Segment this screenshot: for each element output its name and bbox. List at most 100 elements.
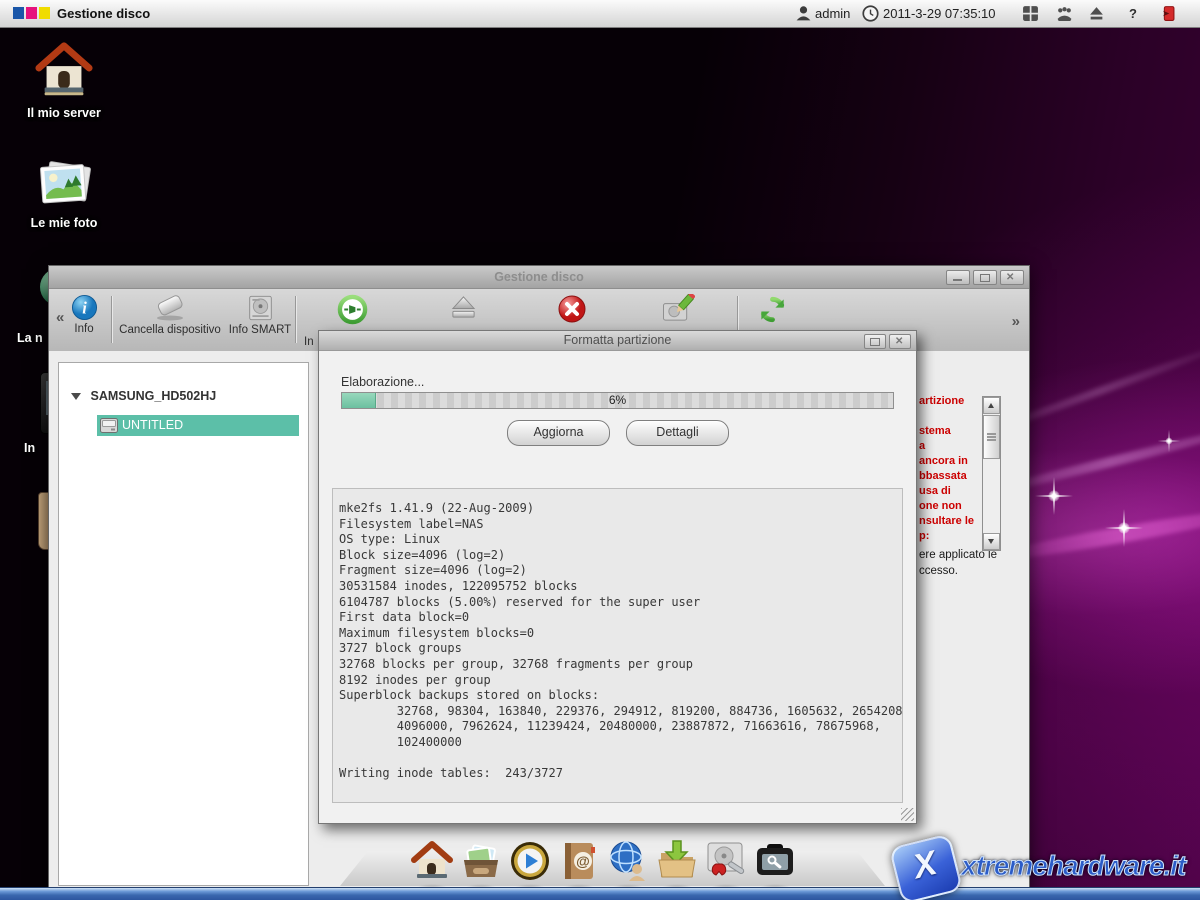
desktop-icon-label: In [24, 441, 35, 455]
dock-item-download-folder[interactable] [655, 839, 699, 883]
dock-item-media-player[interactable] [508, 839, 552, 883]
device-tree-panel: SAMSUNG_HD502HJ UNTITLED [58, 362, 309, 886]
eraser-icon [152, 294, 188, 322]
desktop-icon-my-server[interactable]: Il mio server [6, 38, 122, 120]
tree-partition-row-selected[interactable]: UNTITLED [97, 415, 299, 436]
format-partition-dialog: Formatta partizione ✕ Elaborazione... 6%… [318, 330, 917, 824]
address-book-icon: @ [557, 839, 601, 883]
dock-item-home[interactable] [410, 839, 454, 883]
disk-utility-icon [704, 839, 748, 883]
username[interactable]: admin [815, 0, 850, 27]
refresh-icon [757, 294, 788, 325]
collapse-right-chevron[interactable]: » [1012, 313, 1020, 330]
partition-name: UNTITLED [122, 418, 183, 432]
watermark-text: xtremehardware.it [961, 850, 1185, 882]
user-icon[interactable] [795, 5, 812, 22]
datetime: 2011-3-29 07:35:10 [883, 0, 996, 27]
partition-disk-icon [100, 418, 118, 433]
eject-disk-button[interactable] [448, 294, 478, 321]
dock-item-disk-utility[interactable] [704, 839, 748, 883]
partition-info-text: ere applicato le ccesso. [919, 547, 1019, 579]
desktop-icon-my-photos[interactable]: Le mie foto [6, 150, 122, 230]
photos-icon [34, 150, 94, 212]
home-icon [410, 839, 454, 883]
window-titlebar[interactable]: Gestione disco ✕ [49, 266, 1029, 289]
desktop-icon-label: La n [17, 331, 43, 345]
scrollbar-thumb[interactable] [983, 415, 1000, 459]
toolbar-label: Info SMART [228, 324, 292, 336]
logo-square-blue [13, 7, 24, 19]
refresh-button[interactable] [756, 294, 788, 325]
tree-device-row[interactable]: SAMSUNG_HD502HJ [71, 389, 216, 403]
clock-icon [862, 5, 879, 22]
device-name: SAMSUNG_HD502HJ [90, 389, 216, 403]
lacie-logo [13, 7, 50, 19]
dialog-close-button[interactable]: ✕ [889, 334, 911, 349]
globe-icon [606, 839, 650, 883]
dialog-maximize-button[interactable] [864, 334, 886, 349]
partition-warning-text: artizione stema a ancora in bbassata usa… [919, 394, 985, 544]
logout-icon[interactable] [1158, 5, 1175, 22]
desktop-icon-label: Le mie foto [6, 216, 122, 230]
info-button[interactable]: i Info [59, 294, 109, 335]
refresh-dialog-button[interactable]: Aggiorna [507, 420, 610, 446]
edit-format-button[interactable] [661, 294, 695, 323]
hard-disk-icon [247, 294, 274, 322]
sparkle [1035, 477, 1073, 515]
download-folder-icon [655, 839, 699, 883]
smart-info-button[interactable]: Info SMART [228, 294, 292, 336]
help-icon[interactable]: ? [1129, 0, 1137, 27]
toolbox-icon [753, 839, 797, 883]
dock-item-photos[interactable] [459, 839, 503, 883]
details-button[interactable]: Dettagli [626, 420, 729, 446]
minimize-button[interactable] [946, 270, 970, 285]
network-users-icon[interactable] [1056, 5, 1073, 22]
app-title: Gestione disco [57, 0, 150, 27]
scroll-down-button[interactable] [983, 533, 1000, 550]
dialog-titlebar[interactable]: Formatta partizione ✕ [319, 331, 916, 351]
eject-icon[interactable] [1088, 5, 1105, 22]
eject-disk-icon [449, 294, 478, 321]
sparkle [1105, 509, 1143, 547]
logo-square-magenta [26, 7, 37, 19]
media-player-icon [508, 839, 552, 883]
dock-item-toolbox[interactable] [753, 839, 797, 883]
progress-status-label: Elaborazione... [341, 375, 424, 389]
svg-text:i: i [82, 298, 87, 317]
desktop-icon-label: Il mio server [6, 106, 122, 120]
bottom-taskbar [0, 887, 1200, 900]
toolbar-separator [295, 296, 296, 343]
toolbar-label: In [304, 336, 314, 348]
photos-icon [459, 839, 503, 883]
home-icon [33, 38, 95, 102]
resize-grip[interactable] [901, 808, 914, 821]
app-grid-icon[interactable] [1022, 5, 1039, 22]
dialog-title: Formatta partizione [319, 331, 916, 350]
top-menubar: Gestione disco admin 2011-3-29 07:35:10 … [0, 0, 1200, 28]
console-text: mke2fs 1.41.9 (22-Aug-2009) Filesystem l… [333, 489, 902, 782]
initialize-button[interactable] [336, 294, 368, 325]
tree-expand-arrow[interactable] [71, 393, 81, 400]
maximize-button[interactable] [973, 270, 997, 285]
side-panel-scrollbar[interactable] [982, 396, 1001, 551]
sparkle [1158, 430, 1181, 453]
erase-device-button[interactable]: Cancella dispositivo [112, 294, 228, 336]
dock-item-web-browser[interactable] [606, 839, 650, 883]
delete-partition-button[interactable] [557, 294, 587, 324]
mke2fs-console-output: mke2fs 1.41.9 (22-Aug-2009) Filesystem l… [332, 488, 903, 803]
dock-item-address-book[interactable]: @ [557, 839, 601, 883]
dock: @ [410, 839, 797, 883]
disk-pencil-icon [661, 294, 695, 323]
toolbar-label: Cancella dispositivo [112, 324, 228, 336]
logo-square-yellow [39, 7, 50, 19]
info-icon: i [71, 294, 98, 321]
format-progress-bar: 6% [341, 392, 894, 409]
scroll-up-button[interactable] [983, 397, 1000, 414]
svg-text:@: @ [576, 853, 590, 869]
close-button[interactable]: ✕ [1000, 270, 1024, 285]
plug-icon [337, 294, 368, 325]
window-title: Gestione disco [49, 266, 1029, 288]
red-x-icon [557, 294, 587, 324]
progress-percent: 6% [342, 393, 893, 408]
toolbar-label: Info [59, 323, 109, 335]
